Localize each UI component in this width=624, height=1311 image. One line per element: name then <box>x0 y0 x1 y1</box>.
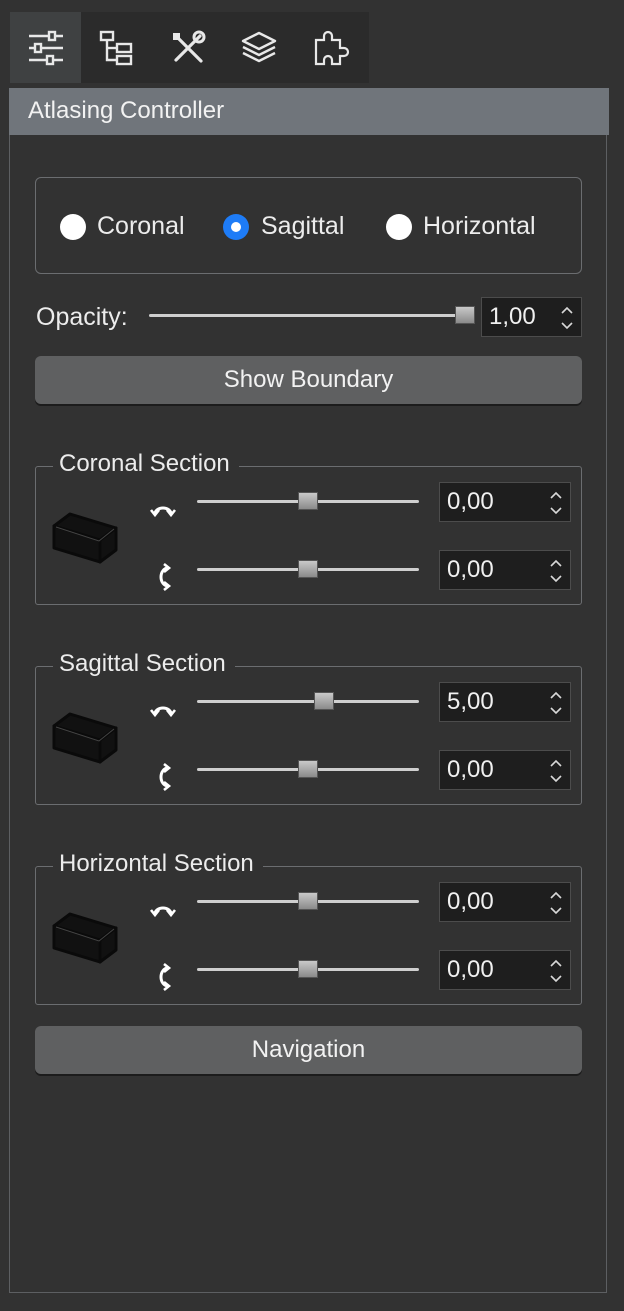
rotation-1-slider-thumb[interactable] <box>298 492 318 510</box>
rotation-2-slider-thumb[interactable] <box>298 960 318 978</box>
rotate-vertical-icon <box>159 762 172 792</box>
show-boundary-button[interactable]: Show Boundary <box>35 356 582 404</box>
opacity-spinbox[interactable]: 1,00 <box>481 297 582 337</box>
rotation-1-spinbox[interactable]: 0,00 <box>439 482 571 522</box>
tool-tab-bar <box>10 12 369 83</box>
spin-arrows-icon[interactable] <box>548 488 564 518</box>
rotate-vertical-icon <box>159 562 172 592</box>
opacity-slider-track[interactable] <box>149 314 465 317</box>
rotation-1-spinbox[interactable]: 5,00 <box>439 682 571 722</box>
rotation-2-slider-thumb[interactable] <box>298 560 318 578</box>
spin-arrows-icon[interactable] <box>559 303 575 333</box>
radio-coronal-label[interactable]: Coronal <box>97 212 185 241</box>
box-icon <box>52 712 118 764</box>
tab-sliders[interactable] <box>10 12 81 83</box>
opacity-label: Opacity: <box>36 303 128 331</box>
section-title: Horizontal Section <box>53 850 263 878</box>
panel-header: Atlasing Controller <box>9 88 609 135</box>
radio-sagittal-label[interactable]: Sagittal <box>261 212 344 241</box>
box-icon <box>52 912 118 964</box>
rotation-1-slider-thumb[interactable] <box>298 892 318 910</box>
tab-hierarchy[interactable] <box>81 12 152 83</box>
hierarchy-icon <box>99 30 132 65</box>
opacity-value: 1,00 <box>489 303 536 330</box>
puzzle-icon <box>314 30 349 65</box>
rotation-1-slider-track[interactable] <box>197 700 419 703</box>
rotation-2-value: 0,00 <box>447 556 494 583</box>
rotation-2-slider-thumb[interactable] <box>298 760 318 778</box>
rotation-1-slider-thumb[interactable] <box>314 692 334 710</box>
rotation-2-spinbox[interactable]: 0,00 <box>439 750 571 790</box>
spin-arrows-icon[interactable] <box>548 888 564 918</box>
tab-tools[interactable] <box>152 12 223 83</box>
spin-arrows-icon[interactable] <box>548 556 564 586</box>
layers-icon <box>241 31 276 62</box>
section-title: Coronal Section <box>53 450 239 478</box>
rotate-horizontal-icon <box>149 906 177 918</box>
spin-arrows-icon[interactable] <box>548 688 564 718</box>
rotation-1-value: 0,00 <box>447 488 494 515</box>
box-icon <box>52 512 118 564</box>
section-title: Sagittal Section <box>53 650 235 678</box>
rotate-vertical-icon <box>159 962 172 992</box>
rotate-horizontal-icon <box>149 706 177 718</box>
rotation-1-spinbox[interactable]: 0,00 <box>439 882 571 922</box>
radio-horizontal-label[interactable]: Horizontal <box>423 212 536 241</box>
rotation-2-value: 0,00 <box>447 956 494 983</box>
rotate-horizontal-icon <box>149 506 177 518</box>
rotation-1-value: 0,00 <box>447 888 494 915</box>
spin-arrows-icon[interactable] <box>548 756 564 786</box>
radio-sagittal[interactable] <box>223 214 249 240</box>
spin-arrows-icon[interactable] <box>548 956 564 986</box>
tab-layers[interactable] <box>223 12 294 83</box>
rotation-2-spinbox[interactable]: 0,00 <box>439 950 571 990</box>
panel-title: Atlasing Controller <box>28 97 225 124</box>
tools-icon <box>172 30 205 63</box>
navigation-button[interactable]: Navigation <box>35 1026 582 1074</box>
rotation-2-spinbox[interactable]: 0,00 <box>439 550 571 590</box>
rotation-1-value: 5,00 <box>447 688 494 715</box>
sliders-icon <box>28 30 63 65</box>
radio-coronal[interactable] <box>60 214 86 240</box>
rotation-2-value: 0,00 <box>447 756 494 783</box>
radio-horizontal[interactable] <box>386 214 412 240</box>
tab-plugins[interactable] <box>294 12 365 83</box>
opacity-slider-thumb[interactable] <box>455 306 475 324</box>
